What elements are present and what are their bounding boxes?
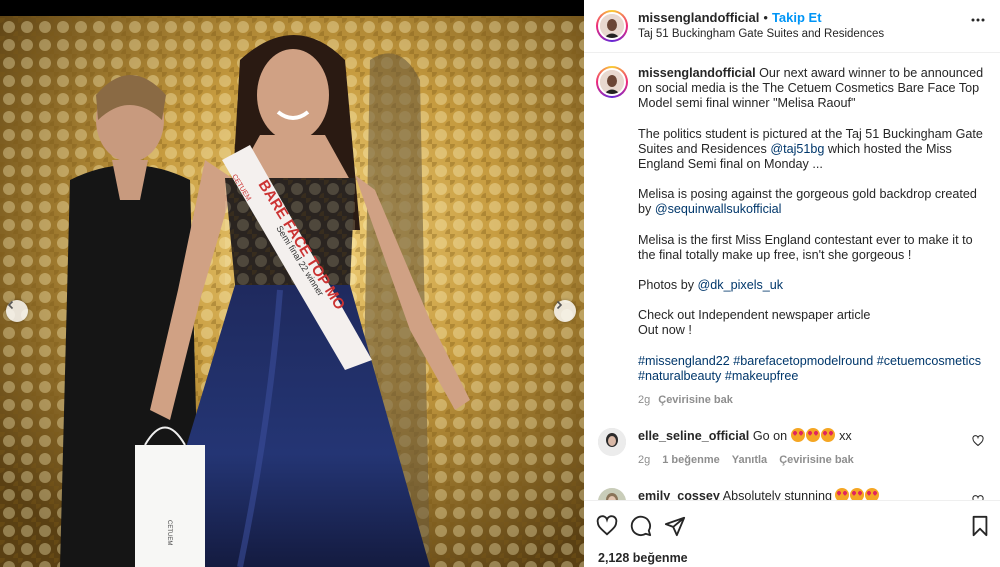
comment-text: xx <box>835 429 852 444</box>
avatar-image <box>598 428 626 457</box>
caption-time[interactable]: 2g <box>638 394 650 406</box>
reply-button[interactable]: Yanıtla <box>732 454 767 466</box>
heart-eyes-emoji-icon <box>790 428 805 443</box>
previous-photo-button[interactable] <box>6 300 28 322</box>
likes-count[interactable]: 2,128 beğenme <box>598 551 688 565</box>
save-button[interactable] <box>970 515 990 542</box>
comments-section[interactable]: missenglandofficial Our next award winne… <box>584 54 1000 500</box>
avatar-image <box>598 488 626 500</box>
bag-brand-text: CETUEM <box>166 520 172 545</box>
follow-button[interactable]: Takip Et <box>772 10 822 25</box>
hashtag-links[interactable]: #naturalbeauty #makeupfree <box>638 369 798 383</box>
heart-eyes-emoji-icon <box>820 428 835 443</box>
caption-text: Check out Independent newspaper article <box>638 308 871 323</box>
comment-meta: 2g 1 beğenme Yanıtla Çevirisine bak <box>638 452 988 468</box>
more-options-button[interactable] <box>970 12 986 33</box>
avatar-image <box>600 14 624 38</box>
separator-dot: • <box>763 10 768 25</box>
caption-text: Photos by <box>638 278 698 293</box>
author-username[interactable]: missenglandofficial <box>638 10 759 25</box>
photo-image: CETUEM BARE FACE TOP MO Semi final 22 wi… <box>0 0 584 567</box>
bookmark-icon <box>972 515 988 537</box>
comment-text: Absolutely stunning <box>722 489 836 500</box>
author-avatar[interactable] <box>596 10 628 42</box>
like-button[interactable] <box>596 515 618 542</box>
post-location[interactable]: Taj 51 Buckingham Gate Suites and Reside… <box>638 26 986 42</box>
comment-icon <box>630 515 652 537</box>
caption-paragraph: Photos by @dk_pixels_uk <box>638 278 988 293</box>
heart-eyes-emoji-icon <box>850 488 865 500</box>
paper-plane-icon <box>664 516 686 537</box>
comment-text: Go on <box>752 429 791 444</box>
heart-eyes-emoji-icon <box>835 488 850 500</box>
translate-button[interactable]: Çevirisine bak <box>779 454 854 466</box>
comment-likes[interactable]: 1 beğenme <box>662 454 719 466</box>
hashtag-links[interactable]: #missengland22 #barefacetopmodelround #c… <box>638 354 981 368</box>
caption-paragraph: The politics student is pictured at the … <box>638 127 988 173</box>
chevron-right-icon <box>556 300 563 310</box>
commenter-avatar[interactable] <box>598 428 626 457</box>
next-photo-button[interactable] <box>554 300 576 322</box>
caption: missenglandofficial Our next award winne… <box>596 66 988 408</box>
heart-eyes-emoji-icon <box>805 428 820 443</box>
avatar-image <box>600 70 624 94</box>
post-actions: 2,128 beğenme <box>584 500 1000 567</box>
comment-item: emily_cossey Absolutely stunning <box>596 488 988 500</box>
chevron-left-icon <box>7 300 14 310</box>
mention-link[interactable]: @taj51bg <box>770 142 824 156</box>
translate-button[interactable]: Çevirisine bak <box>658 394 733 406</box>
comment-time[interactable]: 2g <box>638 454 650 466</box>
caption-text: Out now ! <box>638 323 692 338</box>
comment-item: elle_seline_official Go on xx 2g 1 beğenm… <box>596 428 988 468</box>
mention-link[interactable]: @dk_pixels_uk <box>698 278 784 292</box>
caption-meta: 2g Çevirisine bak <box>638 393 988 408</box>
caption-paragraph: Melisa is the first Miss England contest… <box>638 232 973 262</box>
heart-icon <box>972 435 984 447</box>
caption-paragraph: missenglandofficial Our next award winne… <box>638 66 988 112</box>
comment-button[interactable] <box>630 515 652 542</box>
commenter-username[interactable]: emily_cossey <box>638 489 720 500</box>
more-horizontal-icon <box>971 18 985 22</box>
caption-avatar[interactable] <box>596 66 628 98</box>
post-photo[interactable]: CETUEM BARE FACE TOP MO Semi final 22 wi… <box>0 0 584 567</box>
comment-text-row: elle_seline_official Go on xx <box>638 428 988 444</box>
hashtags: #missengland22 #barefacetopmodelround #c… <box>638 354 988 384</box>
share-button[interactable] <box>664 515 686 542</box>
caption-paragraph: Melisa is posing against the gorgeous go… <box>638 187 988 217</box>
post-side-panel: missenglandofficial • Takip Et Taj 51 Buck… <box>584 0 1000 567</box>
heart-eyes-emoji-icon <box>865 488 880 500</box>
caption-username[interactable]: missenglandofficial <box>638 66 756 80</box>
like-comment-button[interactable] <box>972 434 984 452</box>
post-header: missenglandofficial • Takip Et Taj 51 Buck… <box>584 0 1000 53</box>
commenter-avatar[interactable] <box>598 488 626 500</box>
commenter-username[interactable]: elle_seline_official <box>638 429 749 443</box>
mention-link[interactable]: @sequinwallsukofficial <box>655 202 782 216</box>
caption-paragraph: Check out Independent newspaper article O… <box>638 308 988 338</box>
heart-icon <box>596 515 618 536</box>
comment-text-row: emily_cossey Absolutely stunning <box>638 488 988 500</box>
